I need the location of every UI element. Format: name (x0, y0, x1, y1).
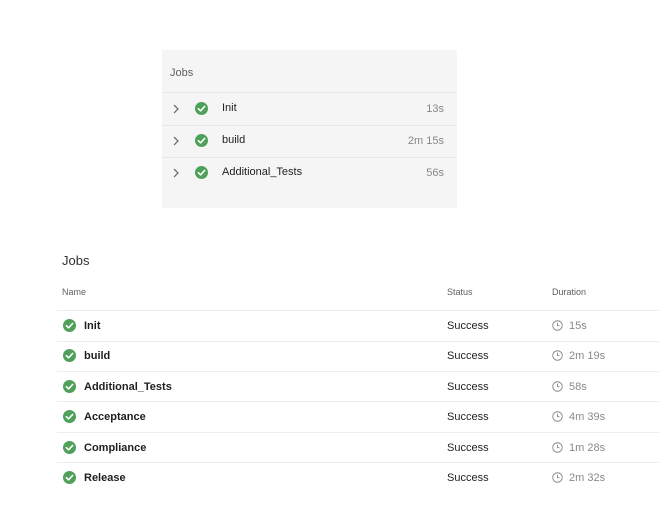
table-row[interactable]: Additional_Tests Success 58s (57, 372, 659, 402)
job-duration: 2m 32s (569, 472, 606, 484)
check-circle-icon (63, 410, 76, 423)
check-circle-icon (63, 441, 76, 454)
job-status: Success (447, 381, 489, 393)
check-circle-icon (63, 380, 76, 393)
job-name: Additional_Tests (222, 166, 303, 178)
panel-job-row[interactable]: Additional_Tests 56s (162, 157, 457, 189)
table-row[interactable]: Compliance Success 1m 28s (57, 433, 659, 463)
clock-icon (552, 442, 563, 453)
chevron-right-icon[interactable] (171, 103, 181, 115)
job-status: Success (447, 442, 489, 454)
job-duration: 58s (569, 381, 587, 393)
clock-icon (552, 350, 563, 361)
job-name: Init (84, 320, 101, 332)
panel-job-row[interactable]: Init 13s (162, 93, 457, 125)
table-row[interactable]: Init Success 15s (57, 311, 659, 341)
job-duration: 2m 15s (407, 135, 444, 147)
job-status: Success (447, 411, 489, 423)
job-name: Acceptance (84, 411, 146, 423)
job-name: Compliance (84, 442, 147, 454)
job-status: Success (447, 350, 489, 362)
clock-icon (552, 381, 563, 392)
column-header-status: Status (447, 287, 473, 297)
jobs-panel: Jobs Init 13s build 2m 15s Additional_Te… (162, 50, 457, 208)
job-duration: 13s (426, 103, 444, 115)
column-header-name: Name (62, 287, 87, 297)
check-circle-icon (195, 102, 208, 115)
job-name: build (84, 350, 111, 362)
clock-icon (552, 472, 563, 483)
check-circle-icon (63, 471, 76, 484)
job-name: Release (84, 472, 126, 484)
panel-job-row[interactable]: build 2m 15s (162, 125, 457, 157)
table-row[interactable]: Release Success 2m 32s (57, 463, 659, 493)
job-status: Success (447, 320, 489, 332)
job-duration: 4m 39s (569, 411, 606, 423)
job-name: Additional_Tests (84, 381, 172, 393)
clock-icon (552, 411, 563, 422)
chevron-right-icon[interactable] (171, 135, 181, 147)
job-duration: 2m 19s (569, 350, 606, 362)
job-duration: 56s (426, 167, 444, 179)
job-duration: 1m 28s (569, 442, 606, 454)
job-status: Success (447, 472, 489, 484)
clock-icon (552, 320, 563, 331)
chevron-right-icon[interactable] (171, 167, 181, 179)
column-header-duration: Duration (552, 287, 587, 297)
check-circle-icon (195, 166, 208, 179)
table-row[interactable]: build Success 2m 19s (57, 341, 659, 371)
job-duration: 15s (569, 320, 587, 332)
check-circle-icon (63, 349, 76, 362)
check-circle-icon (195, 134, 208, 147)
check-circle-icon (63, 319, 76, 332)
table-row[interactable]: Acceptance Success 4m 39s (57, 402, 659, 432)
job-name: Init (222, 102, 237, 114)
job-name: build (222, 134, 246, 146)
panel-title: Jobs (170, 67, 194, 79)
jobs-table-title: Jobs (62, 253, 90, 268)
